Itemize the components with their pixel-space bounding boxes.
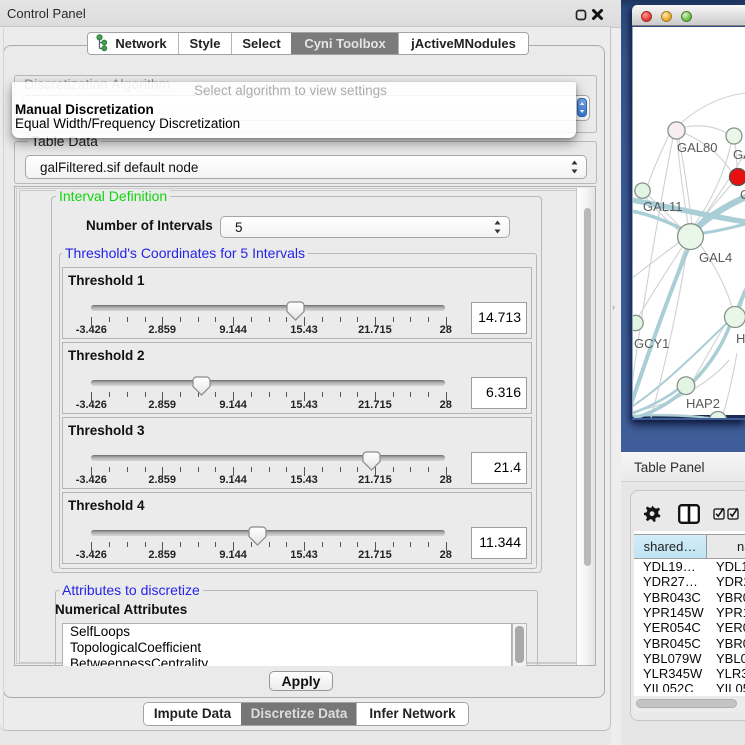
svg-text:GAL4: GAL4 — [699, 250, 732, 265]
svg-text:GAL80: GAL80 — [677, 140, 717, 155]
svg-text:C: C — [740, 187, 745, 202]
svg-text:GCY1: GCY1 — [634, 336, 669, 351]
svg-text:GAL11: GAL11 — [643, 199, 683, 214]
svg-text:GA: GA — [733, 147, 745, 162]
svg-text:H: H — [736, 331, 745, 346]
svg-text:HAP2: HAP2 — [686, 396, 720, 411]
